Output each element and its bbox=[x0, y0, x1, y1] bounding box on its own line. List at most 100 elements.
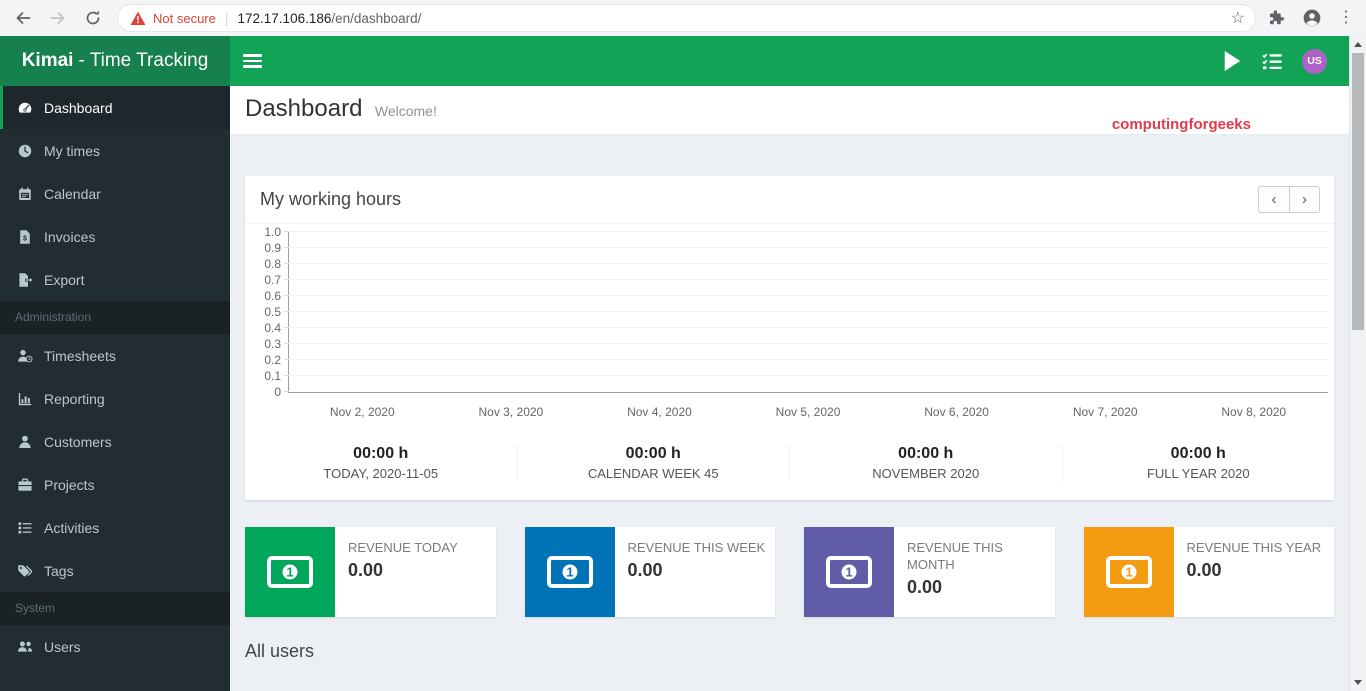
chart-next-button[interactable]: › bbox=[1289, 186, 1320, 213]
y-axis-tick: 0.8 bbox=[264, 257, 281, 271]
x-axis-label: Nov 8, 2020 bbox=[1221, 405, 1287, 419]
svg-text:1: 1 bbox=[286, 565, 293, 580]
y-axis-tickmark bbox=[284, 375, 289, 376]
revenue-year-box: 1 REVENUE THIS YEAR 0.00 bbox=[1083, 527, 1334, 617]
sidebar-item-customers[interactable]: Customers bbox=[0, 420, 230, 463]
sidebar-item-dashboard[interactable]: Dashboard bbox=[0, 86, 230, 129]
sidebar-item-label: Tags bbox=[44, 562, 74, 579]
tasks-checklist-icon[interactable] bbox=[1260, 52, 1283, 71]
back-icon[interactable] bbox=[13, 8, 33, 28]
working-hours-panel: My working hours ‹ › 0 0.1 0.2 0.3 0.4 0.5 0.6… bbox=[245, 176, 1334, 500]
y-axis-tickmark bbox=[284, 343, 289, 344]
sidebar-item-calendar[interactable]: Calendar bbox=[0, 172, 230, 215]
working-hours-title: My working hours bbox=[260, 189, 402, 209]
briefcase-icon bbox=[15, 477, 35, 493]
watermark-text: computingforgeeks bbox=[1111, 116, 1251, 133]
url-text: 172.17.106.186/en/dashboard/ bbox=[238, 11, 422, 26]
sidebar-item-invoices[interactable]: $ Invoices bbox=[0, 215, 230, 258]
sidebar-item-label: Reporting bbox=[44, 390, 105, 407]
export-icon bbox=[15, 272, 35, 288]
money-bill-icon: 1 bbox=[245, 527, 335, 617]
scrollbar-thumb[interactable] bbox=[1352, 53, 1364, 330]
reload-icon[interactable] bbox=[83, 8, 103, 28]
y-axis-tickmark bbox=[284, 279, 289, 280]
browser-profile-icon[interactable] bbox=[1302, 8, 1322, 28]
tags-icon bbox=[15, 563, 35, 579]
sidebar-item-label: Export bbox=[44, 271, 85, 288]
page-title: Dashboard bbox=[245, 95, 363, 122]
forward-icon[interactable] bbox=[48, 8, 68, 28]
clock-icon bbox=[15, 143, 35, 159]
sidebar: Dashboard My times Calendar $ Invoices E… bbox=[0, 86, 230, 691]
bar-chart-icon bbox=[15, 391, 35, 407]
sidebar-item-reporting[interactable]: Reporting bbox=[0, 377, 230, 420]
x-axis-label: Nov 6, 2020 bbox=[924, 405, 989, 419]
calendar-icon bbox=[15, 186, 35, 202]
sidebar-item-label: Users bbox=[44, 638, 81, 655]
stat-week: 00:00 h CALENDAR WEEK 45 bbox=[518, 445, 790, 481]
url-path: /en/dashboard/ bbox=[331, 10, 422, 26]
app-logo[interactable]: Kimai - Time Tracking bbox=[0, 36, 230, 86]
stat-today: 00:00 h TODAY, 2020-11-05 bbox=[245, 445, 518, 481]
not-secure-label: Not secure bbox=[153, 10, 216, 26]
page-scrollbar[interactable] bbox=[1349, 36, 1366, 691]
sidebar-item-label: Dashboard bbox=[44, 99, 113, 116]
x-axis-label: Nov 5, 2020 bbox=[775, 405, 841, 419]
y-axis-tick: 0.4 bbox=[264, 321, 281, 335]
y-axis-tick: 0.7 bbox=[264, 273, 281, 287]
sidebar-item-label: Timesheets bbox=[44, 347, 116, 364]
chart-gridline bbox=[289, 343, 1328, 344]
working-hours-chart: 0 0.1 0.2 0.3 0.4 0.5 0.6 0.7 0.8 0.9 1.0 Nov 2, 2… bbox=[245, 224, 1334, 430]
y-axis-tick: 0.6 bbox=[264, 289, 281, 303]
page-subtitle: Welcome! bbox=[374, 103, 437, 119]
chart-gridline bbox=[289, 327, 1328, 328]
scroll-up-icon[interactable] bbox=[1350, 36, 1366, 53]
start-timer-play-icon[interactable] bbox=[1224, 51, 1241, 71]
address-bar[interactable]: Not secure | 172.17.106.186/en/dashboard… bbox=[117, 4, 1256, 32]
sidebar-item-export[interactable]: Export bbox=[0, 258, 230, 301]
y-axis-tick: 0.5 bbox=[264, 305, 281, 319]
svg-text:$: $ bbox=[23, 235, 27, 242]
money-bill-icon: 1 bbox=[1083, 527, 1174, 617]
hours-summary-row: 00:00 h TODAY, 2020-11-05 00:00 h CALEND… bbox=[245, 430, 1334, 500]
sidebar-item-activities[interactable]: Activities bbox=[0, 506, 230, 549]
stat-month: 00:00 h NOVEMBER 2020 bbox=[790, 445, 1063, 481]
extensions-puzzle-icon[interactable] bbox=[1266, 8, 1286, 28]
tasks-list-icon bbox=[15, 520, 35, 536]
revenue-week-box: 1 REVENUE THIS WEEK 0.00 bbox=[524, 527, 775, 617]
chart-gridline bbox=[289, 311, 1328, 312]
scroll-down-icon[interactable] bbox=[1350, 674, 1366, 691]
y-axis-tick: 0.9 bbox=[264, 241, 281, 255]
y-axis-tickmark bbox=[284, 391, 289, 392]
browser-toolbar: Not secure | 172.17.106.186/en/dashboard… bbox=[0, 0, 1366, 36]
y-axis-tick: 0.2 bbox=[264, 353, 281, 367]
y-axis-tick: 0.3 bbox=[264, 337, 281, 351]
user-avatar[interactable]: US bbox=[1302, 48, 1327, 74]
app-header: Kimai - Time Tracking US bbox=[0, 36, 1349, 86]
sidebar-item-users[interactable]: Users bbox=[0, 625, 230, 668]
browser-menu-icon[interactable]: ⋮ bbox=[1338, 10, 1354, 26]
chart-gridline bbox=[289, 231, 1328, 232]
x-axis-label: Nov 2, 2020 bbox=[329, 405, 395, 419]
money-bill-icon: 1 bbox=[524, 527, 615, 617]
sidebar-section-administration: Administration bbox=[0, 301, 230, 334]
sidebar-item-label: Projects bbox=[44, 476, 95, 493]
sidebar-item-tags[interactable]: Tags bbox=[0, 549, 230, 592]
y-axis-tick: 1.0 bbox=[264, 225, 281, 239]
chart-prev-button[interactable]: ‹ bbox=[1258, 186, 1289, 213]
y-axis-tickmark bbox=[284, 247, 289, 248]
working-hours-plot: 0 0.1 0.2 0.3 0.4 0.5 0.6 0.7 0.8 0.9 1.0 bbox=[264, 226, 1328, 398]
bookmark-star-icon[interactable]: ☆ bbox=[1231, 8, 1245, 28]
revenue-month-box: 1 REVENUE THIS MONTH 0.00 bbox=[804, 527, 1055, 617]
sidebar-item-projects[interactable]: Projects bbox=[0, 463, 230, 506]
customer-icon bbox=[15, 434, 35, 450]
sidebar-toggle-icon[interactable] bbox=[243, 51, 262, 71]
money-bill-icon: 1 bbox=[804, 527, 894, 617]
chart-gridline bbox=[289, 375, 1328, 376]
sidebar-item-label: Activities bbox=[44, 519, 100, 536]
sidebar-item-my-times[interactable]: My times bbox=[0, 129, 230, 172]
y-axis-tickmark bbox=[284, 359, 289, 360]
revenue-row: 1 REVENUE TODAY 0.00 1 REVENUE THIS WEEK 0… bbox=[245, 527, 1334, 617]
sidebar-item-timesheets[interactable]: Timesheets bbox=[0, 334, 230, 377]
chart-gridline bbox=[289, 295, 1328, 296]
